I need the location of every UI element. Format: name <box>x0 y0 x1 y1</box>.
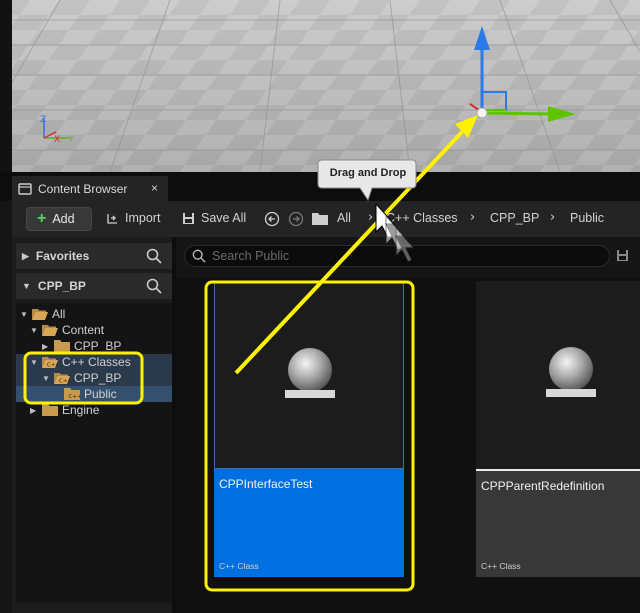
tab-title: Content Browser <box>38 181 128 196</box>
tree-item-label: C++ Classes <box>62 355 131 369</box>
project-section-header[interactable]: ▼ CPP_BP <box>16 273 172 299</box>
tree-item-label: Engine <box>62 403 100 417</box>
tree-item-all[interactable]: ▼ All <box>20 306 65 322</box>
level-viewport[interactable]: Z Y X <box>0 0 640 172</box>
plus-icon: + <box>37 210 47 227</box>
search-icon[interactable] <box>146 248 162 264</box>
tree-item-content[interactable]: ▼ Content <box>30 322 104 338</box>
asset-type: C++ Class <box>481 561 521 571</box>
asset-type: C++ Class <box>219 561 259 571</box>
breadcrumb-cpp-bp[interactable]: CPP_BP <box>490 211 539 225</box>
chevron-down-icon: ▼ <box>42 373 50 383</box>
asset-tile[interactable]: CPPInterfaceTest C++ Class <box>214 281 404 577</box>
import-button[interactable]: Import <box>106 211 160 225</box>
tree-item-engine[interactable]: ▶ Engine <box>30 402 99 418</box>
transform-gizmo-icon[interactable] <box>0 0 640 172</box>
close-icon[interactable]: × <box>151 181 158 195</box>
add-button-label: Add <box>52 212 75 226</box>
chevron-right-icon: ▶ <box>22 250 29 261</box>
content-browser-panel: Content Browser × + Add Import Save All … <box>0 172 640 613</box>
folder-open-icon <box>32 309 48 320</box>
asset-label: CPPInterfaceTest C++ Class <box>214 469 404 577</box>
cpp-folder-icon: C++ <box>64 388 80 400</box>
import-label: Import <box>125 211 161 225</box>
chevron-right-icon: › <box>470 210 476 225</box>
asset-thumbnail <box>214 281 404 469</box>
favorites-label: Favorites <box>35 249 90 263</box>
tree-item-label: Public <box>84 387 117 401</box>
editor-window: Z Y X Content Browser × + Add Import Sav… <box>0 0 640 613</box>
history-forward-icon[interactable] <box>288 211 304 227</box>
search-icon[interactable] <box>146 278 162 294</box>
asset-name: CPPInterfaceTest <box>219 477 313 491</box>
save-icon <box>183 212 194 224</box>
chevron-down-icon: ▼ <box>22 281 31 291</box>
chevron-down-icon: ▼ <box>20 309 28 319</box>
asset-grid: CPPInterfaceTest C++ Class CPPParentRede… <box>176 277 640 613</box>
asset-label: CPPParentRedefinition C++ Class <box>476 469 640 577</box>
chevron-right-icon: › <box>550 210 556 225</box>
chevron-right-icon: ▶ <box>42 341 49 351</box>
search-placeholder: Search Public <box>212 249 290 263</box>
save-all-button[interactable]: Save All <box>182 211 246 225</box>
content-browser-toolbar: + Add Import Save All All › C++ Classes … <box>12 201 640 237</box>
tab-content-browser[interactable]: Content Browser × <box>12 176 168 201</box>
add-button[interactable]: + Add <box>26 207 92 231</box>
svg-text:C++: C++ <box>47 363 58 369</box>
import-icon <box>107 213 117 224</box>
folder-icon <box>42 404 58 416</box>
tree-item-label: CPP_BP <box>74 371 122 385</box>
tree-item-label: CPP_BP <box>74 339 122 353</box>
favorites-section-header[interactable]: ▶ Favorites <box>16 243 172 269</box>
folder-browse-icon[interactable] <box>312 212 328 225</box>
folder-open-icon <box>42 325 58 336</box>
cpp-class-icon <box>546 347 596 397</box>
asset-thumbnail <box>476 281 640 469</box>
tree-item-cpp-classes-cpp-bp[interactable]: ▼ C++ CPP_BP <box>42 370 121 386</box>
search-input[interactable]: Search Public <box>184 245 610 267</box>
save-search-icon[interactable] <box>616 249 629 262</box>
tree-item-content-cpp-bp[interactable]: ▶ CPP_BP <box>42 338 121 354</box>
breadcrumb-cpp-classes[interactable]: C++ Classes <box>386 211 458 225</box>
history-back-icon[interactable] <box>264 211 280 227</box>
chevron-right-icon: ▶ <box>30 405 37 415</box>
breadcrumb-all[interactable]: All <box>337 211 351 225</box>
breadcrumb-public[interactable]: Public <box>570 211 604 225</box>
asset-name: CPPParentRedefinition <box>481 479 605 493</box>
cpp-folder-icon: C++ <box>42 357 58 369</box>
tree-item-public[interactable]: C++ Public <box>64 386 117 402</box>
tree-item-cpp-classes[interactable]: ▼ C++ C++ Classes <box>30 354 131 370</box>
chevron-right-icon: › <box>368 210 374 225</box>
project-label: CPP_BP <box>37 279 86 293</box>
search-icon <box>192 249 206 263</box>
asset-tile[interactable]: CPPParentRedefinition C++ Class <box>476 281 640 577</box>
tree-item-label: All <box>52 307 66 321</box>
sources-panel: ▶ Favorites ▼ CPP_BP ▼ All ▼ Content ▶ C… <box>12 237 172 613</box>
cpp-folder-icon: C++ <box>54 373 70 385</box>
svg-text:C++: C++ <box>59 379 70 385</box>
content-browser-icon <box>18 182 32 195</box>
save-all-label: Save All <box>201 211 247 225</box>
asset-view-panel: Search Public CPPInterfaceTest C++ Class… <box>176 237 640 613</box>
tree-item-label: Content <box>62 323 105 337</box>
folder-tree: ▼ All ▼ Content ▶ CPP_BP ▼ C++ C++ Class… <box>16 303 172 603</box>
cpp-class-icon <box>285 348 335 398</box>
folder-icon <box>54 340 70 352</box>
chevron-down-icon: ▼ <box>30 357 38 367</box>
callout-label: Drag and Drop <box>329 167 407 179</box>
chevron-down-icon: ▼ <box>30 325 38 335</box>
svg-text:C++: C++ <box>69 394 81 400</box>
